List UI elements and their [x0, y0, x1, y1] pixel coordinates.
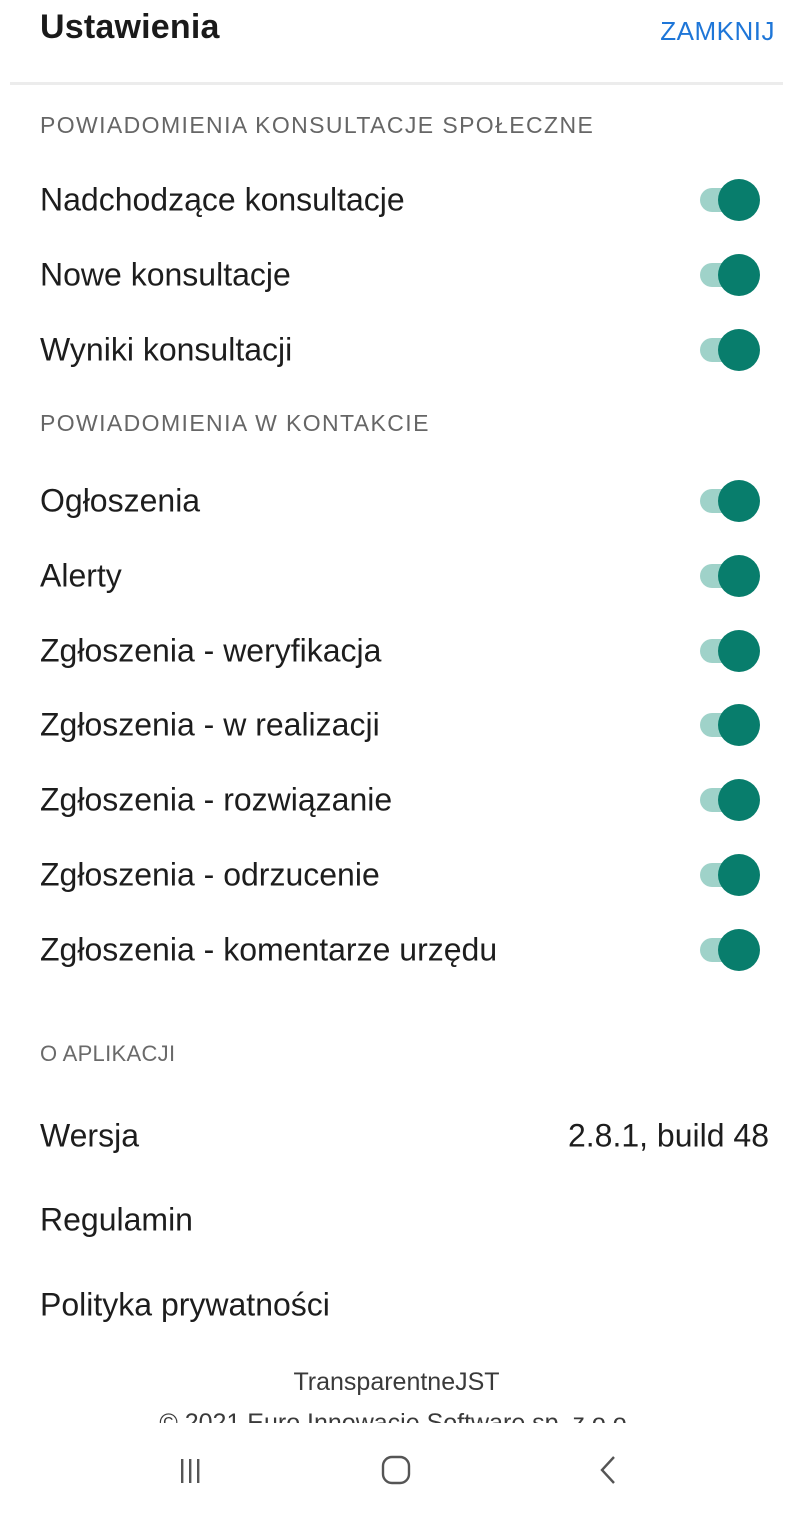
toggle-thumb [718, 179, 760, 221]
toggle-thumb [718, 779, 760, 821]
terms-row[interactable]: Regulamin [0, 1190, 793, 1250]
close-button[interactable]: ZAMKNIJ [660, 16, 775, 47]
settings-screen: Ustawienia ZAMKNIJ POWIADOMIENIA KONSULT… [0, 0, 793, 1517]
setting-label: Zgłoszenia - komentarze urzędu [40, 931, 498, 968]
home-button[interactable] [366, 1445, 426, 1495]
reports-verification-toggle[interactable] [698, 630, 762, 672]
section-header-about: O APLIKACJI [40, 1041, 176, 1066]
new-consultations-toggle[interactable] [698, 254, 762, 296]
section-header-contact: POWIADOMIENIA W KONTAKCIE [40, 410, 430, 436]
setting-label: Alerty [40, 557, 122, 594]
setting-row-new-consultations[interactable]: Nowe konsultacje [0, 245, 793, 305]
app-header: Ustawienia ZAMKNIJ [0, 0, 793, 85]
header-divider [10, 82, 783, 85]
privacy-policy-link[interactable]: Polityka prywatności [40, 1287, 330, 1324]
setting-row-announcements[interactable]: Ogłoszenia [0, 471, 793, 531]
setting-label: Zgłoszenia - weryfikacja [40, 632, 382, 669]
setting-row-upcoming-consultations[interactable]: Nadchodzące konsultacje [0, 170, 793, 230]
setting-row-consultation-results[interactable]: Wyniki konsultacji [0, 320, 793, 380]
toggle-thumb [718, 555, 760, 597]
alerts-toggle[interactable] [698, 555, 762, 597]
setting-label: Zgłoszenia - w realizacji [40, 706, 380, 743]
toggle-thumb [718, 929, 760, 971]
setting-label: Nowe konsultacje [40, 256, 291, 293]
version-row: Wersja 2.8.1, build 48 [0, 1106, 793, 1166]
footer-copyright-clip: © 2021 Euro Innowacje Software sp. z o.o… [0, 1401, 793, 1423]
reports-in-progress-toggle[interactable] [698, 704, 762, 746]
page-title: Ustawienia [40, 8, 220, 46]
setting-row-reports-in-progress[interactable]: Zgłoszenia - w realizacji [0, 695, 793, 755]
version-value: 2.8.1, build 48 [567, 1117, 769, 1154]
version-label: Wersja [40, 1117, 139, 1154]
toggle-thumb [718, 254, 760, 296]
section-header-consultations: POWIADOMIENIA KONSULTACJE SPOŁECZNE [40, 112, 595, 138]
setting-row-reports-verification[interactable]: Zgłoszenia - weryfikacja [0, 621, 793, 681]
footer-app-name: TransparentneJST [293, 1368, 500, 1396]
toggle-thumb [718, 329, 760, 371]
setting-row-office-comments[interactable]: Zgłoszenia - komentarze urzędu [0, 920, 793, 980]
home-icon [381, 1455, 411, 1485]
announcements-toggle[interactable] [698, 480, 762, 522]
setting-label: Wyniki konsultacji [40, 331, 293, 368]
upcoming-consultations-toggle[interactable] [698, 179, 762, 221]
setting-row-reports-resolved[interactable]: Zgłoszenia - rozwiązanie [0, 770, 793, 830]
setting-label: Zgłoszenia - odrzucenie [40, 856, 380, 893]
toggle-thumb [718, 480, 760, 522]
setting-label: Zgłoszenia - rozwiązanie [40, 781, 393, 818]
office-comments-toggle[interactable] [698, 929, 762, 971]
back-button[interactable] [578, 1445, 638, 1495]
reports-resolved-toggle[interactable] [698, 779, 762, 821]
toggle-thumb [718, 704, 760, 746]
consultation-results-toggle[interactable] [698, 329, 762, 371]
footer-copyright: © 2021 Euro Innowacje Software sp. z o.o… [159, 1409, 634, 1423]
recent-apps-button[interactable] [160, 1445, 220, 1495]
setting-label: Nadchodzące konsultacje [40, 181, 405, 218]
setting-row-alerts[interactable]: Alerty [0, 546, 793, 606]
back-icon [600, 1456, 615, 1484]
privacy-row[interactable]: Polityka prywatności [0, 1275, 793, 1335]
toggle-thumb [718, 854, 760, 896]
toggle-thumb [718, 630, 760, 672]
recent-apps-icon [181, 1459, 200, 1483]
setting-row-reports-rejected[interactable]: Zgłoszenia - odrzucenie [0, 845, 793, 905]
terms-link[interactable]: Regulamin [40, 1202, 193, 1239]
reports-rejected-toggle[interactable] [698, 854, 762, 896]
setting-label: Ogłoszenia [40, 482, 201, 519]
system-navigation-bar [0, 1425, 793, 1517]
